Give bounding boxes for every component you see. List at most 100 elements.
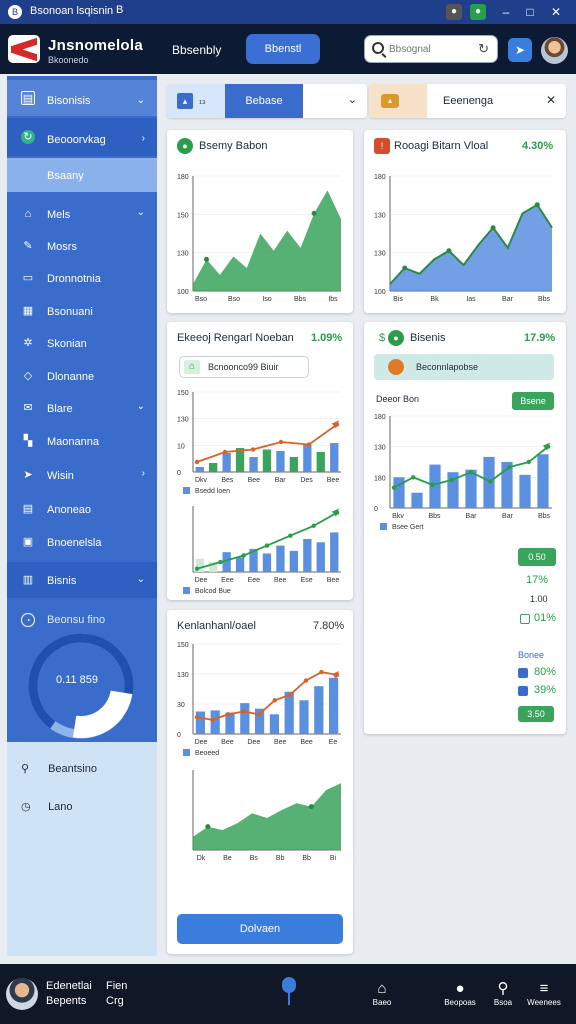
sidebar-item-2[interactable]: Bsaany <box>7 158 157 192</box>
chart-icon: ▥ <box>22 574 34 586</box>
sidebar-item-6[interactable]: ▦ Bsonuani <box>7 301 157 323</box>
data-point <box>468 470 474 475</box>
sidebar-menu: ▤ Bisonisis ⌄ ↻ Beooorvkag › Bsaany ⌂ Me… <box>7 76 157 742</box>
x-tick-label: Bis <box>393 296 403 303</box>
filter-tab-1[interactable]: Bebase <box>225 84 303 118</box>
bar <box>330 532 339 572</box>
bar-line-chart: 150 130 30 0 Dee Bee Dee Bee Bee Ee Beoeed <box>177 642 341 757</box>
sidebar-item-1[interactable]: ↻ Beooorvkag › <box>7 118 157 156</box>
y-tick-label: 100 <box>177 289 189 296</box>
y-tick-label: 130 <box>177 672 189 679</box>
x-tick-label: Bee <box>221 739 234 746</box>
search-box[interactable]: ↻ <box>364 35 498 63</box>
nav-profile[interactable]: ● Beopoas <box>440 980 480 1007</box>
user-role: Bepents <box>46 995 87 1007</box>
data-point <box>449 477 454 483</box>
nav-home[interactable]: ⌂ Baeo <box>362 980 402 1007</box>
sidebar-footer-item-0[interactable]: ⚲ Beantsino <box>21 762 97 775</box>
nav-button[interactable]: Bbenstl <box>246 34 320 64</box>
sidebar-item-10[interactable]: ▚ Maonanna <box>7 431 157 453</box>
y-tick-label: 150 <box>177 642 189 649</box>
user-action[interactable]: Crg <box>106 995 124 1007</box>
x-tick-label: Bs <box>250 855 259 862</box>
sidebar-footer-item-1[interactable]: ◷ Lano <box>21 800 73 813</box>
profile-icon[interactable]: ● <box>446 4 462 20</box>
sidebar-item-9[interactable]: ✉ Blare ⌄ <box>7 398 157 420</box>
card-value: 4.30% <box>522 140 554 152</box>
nav-menu[interactable]: ≡ Weenees <box>524 980 564 1007</box>
bar <box>284 691 294 734</box>
sidebar-item-5[interactable]: ▭ Dronnotnia <box>7 268 157 290</box>
notify-icon[interactable]: ● <box>470 4 486 20</box>
data-point <box>534 202 540 208</box>
y-tick-label: 0 <box>177 470 181 477</box>
search-icon <box>372 42 384 54</box>
brand-logo-icon <box>8 35 40 63</box>
maximize-button[interactable]: □ <box>520 2 540 22</box>
grid-icon: ▚ <box>23 435 33 447</box>
data-point <box>194 714 200 720</box>
data-point <box>194 459 200 465</box>
x-tick-label: Dee <box>195 739 208 746</box>
x-tick-label: Bbs <box>538 296 551 303</box>
sidebar-item-13[interactable]: ▣ Bnoenelsla <box>7 532 157 554</box>
avatar[interactable] <box>541 37 568 64</box>
refresh-icon: ↻ <box>21 130 35 144</box>
sidebar-item-8[interactable]: ◇ Dlonanne <box>7 366 157 388</box>
sidebar-item-14[interactable]: ▥ Bisnis ⌄ <box>7 562 157 598</box>
sidebar-item-4[interactable]: ✎ Mosrs <box>7 236 157 258</box>
sidebar-item-3[interactable]: ⌂ Mels ⌄ <box>7 204 157 226</box>
data-point <box>218 559 223 565</box>
bar <box>316 542 325 572</box>
filter-dropdown-2[interactable]: ▴ Eeenenga ✕ <box>369 84 566 118</box>
data-point <box>241 709 246 714</box>
sidebar-item-7[interactable]: ✲ Skonian <box>7 333 157 355</box>
minimize-button[interactable]: – <box>496 2 516 22</box>
nav-link[interactable]: Bbsenbly <box>172 43 221 57</box>
sidebar-item-0[interactable]: ▤ Bisonisis ⌄ <box>7 80 157 116</box>
close-button[interactable]: ✕ <box>546 2 566 22</box>
sidebar-item-11[interactable]: ➤ Wisin › <box>7 465 157 487</box>
banner: Beconnlapobse <box>374 354 554 380</box>
sidebar-item-12[interactable]: ▤ Anoneao <box>7 499 157 521</box>
data-point <box>319 669 324 675</box>
share-button[interactable]: ➤ <box>508 38 532 62</box>
user-avatar[interactable] <box>6 978 38 1010</box>
data-point <box>272 698 277 703</box>
filter-dropdown-1[interactable]: ▴ ₁₃ Bebase ⌄ <box>167 84 367 118</box>
y-tick-label: 0 <box>177 732 181 739</box>
y-tick-label: 180 <box>374 475 386 482</box>
globe-icon: ● <box>388 330 404 346</box>
x-tick-label: Bi <box>330 855 337 862</box>
user-action[interactable]: Fien <box>106 980 127 992</box>
chevron-down-icon: ⌄ <box>136 207 145 218</box>
refresh-icon[interactable]: ↻ <box>478 41 489 57</box>
bar-line-chart: 150 130 10 0 Dkv Bes Bee Bar Des Bee Bsedd loen <box>177 390 341 495</box>
legend-swatch <box>518 668 528 678</box>
chevron-right-icon: › <box>141 468 145 479</box>
calendar-icon: ▣ <box>22 536 34 548</box>
status-badge: Bsene <box>512 392 554 410</box>
y-tick-label: 130 <box>374 251 386 258</box>
x-tick-label: Ibs <box>328 296 338 303</box>
nav-search[interactable]: ⚲ Bsoa <box>483 980 523 1007</box>
card-title: Bisenis <box>410 332 446 344</box>
bar <box>289 457 298 472</box>
stat-pill: 3.50 <box>518 706 554 722</box>
search-icon: ⚲ <box>497 980 509 997</box>
chip[interactable]: ⌂ Bcnoonco99 Biuir <box>179 356 309 378</box>
search-input[interactable] <box>389 40 473 58</box>
data-point <box>411 475 416 480</box>
bar <box>210 710 220 734</box>
legend-label: Bsee Gert <box>392 524 424 531</box>
filter-tab-2[interactable]: Eeenenga <box>443 95 493 107</box>
close-icon[interactable]: ✕ <box>546 93 556 107</box>
primary-button[interactable]: Dolvaen <box>177 914 343 944</box>
stat-value: 1.00 <box>530 594 548 604</box>
legend-swatch <box>183 749 190 756</box>
microphone-icon[interactable] <box>282 977 296 1005</box>
data-point <box>488 479 493 484</box>
window-title: Bsonoan lsqisnin <box>30 5 114 17</box>
x-tick-label: Bso <box>228 296 240 303</box>
x-tick-label: Ese <box>301 577 313 584</box>
